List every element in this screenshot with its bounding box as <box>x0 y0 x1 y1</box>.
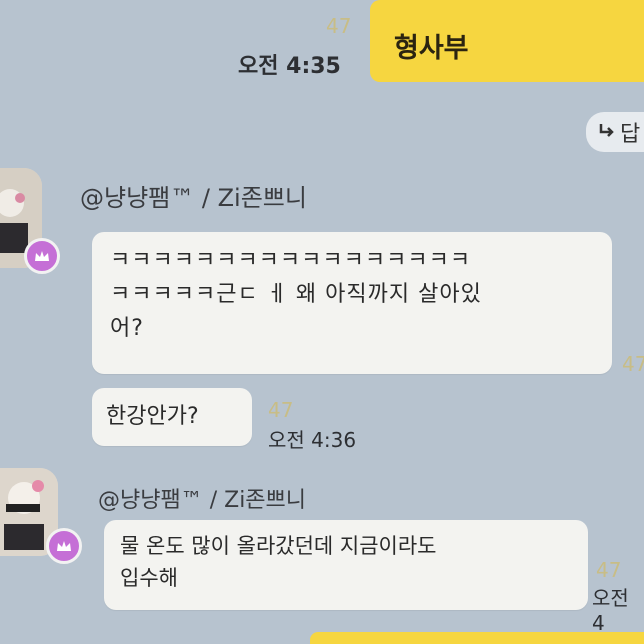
message-line: ㅋㅋㅋㅋㅋㅋㅋㅋㅋㅋㅋㅋㅋㅋㅋㅋㅋ <box>110 248 472 273</box>
my-message-bubble-partial <box>310 632 644 644</box>
reply-label: 답 <box>620 122 641 147</box>
my-message-bubble[interactable]: 형사부 <box>370 0 644 82</box>
message-bubble[interactable]: 물 온도 많이 올라갔던데 지금이라도 입수해 <box>104 520 588 610</box>
unread-count: 47 <box>622 352 644 376</box>
message-time: 오전 4:35 <box>238 54 341 79</box>
reply-arrow-icon <box>598 120 616 145</box>
crown-badge-icon <box>46 528 82 564</box>
unread-count: 47 <box>268 398 294 422</box>
message-line: 물 온도 많이 올라갔던데 지금이라도 <box>120 534 437 558</box>
sender-name: @냥냥팸™ / Zi존쁘니 <box>80 184 307 212</box>
message-bubble[interactable]: ㅋㅋㅋㅋㅋㅋㅋㅋㅋㅋㅋㅋㅋㅋㅋㅋㅋ ㅋㅋㅋㅋㅋ근ㄷ ㅔ 왜 아직까지 살아있 어… <box>92 232 612 374</box>
message-line: ㅋㅋㅋㅋㅋ근ㄷ ㅔ 왜 아직까지 살아있 <box>110 282 482 307</box>
message-time: 오전 4 <box>592 586 629 635</box>
message-line: 어? <box>110 316 144 341</box>
message-text: 한강안가? <box>106 404 199 429</box>
message-line: 입수해 <box>120 566 178 590</box>
unread-count: 47 <box>326 14 352 38</box>
reply-button[interactable]: 답 <box>586 112 644 152</box>
message-time: 오전 4:36 <box>268 428 357 452</box>
message-bubble[interactable]: 한강안가? <box>92 388 252 446</box>
sender-name: @냥냥팸™ / Zi존쁘니 <box>98 488 307 513</box>
my-message-text: 형사부 <box>394 33 469 64</box>
crown-badge-icon <box>24 238 60 274</box>
unread-count: 47 <box>596 558 622 582</box>
